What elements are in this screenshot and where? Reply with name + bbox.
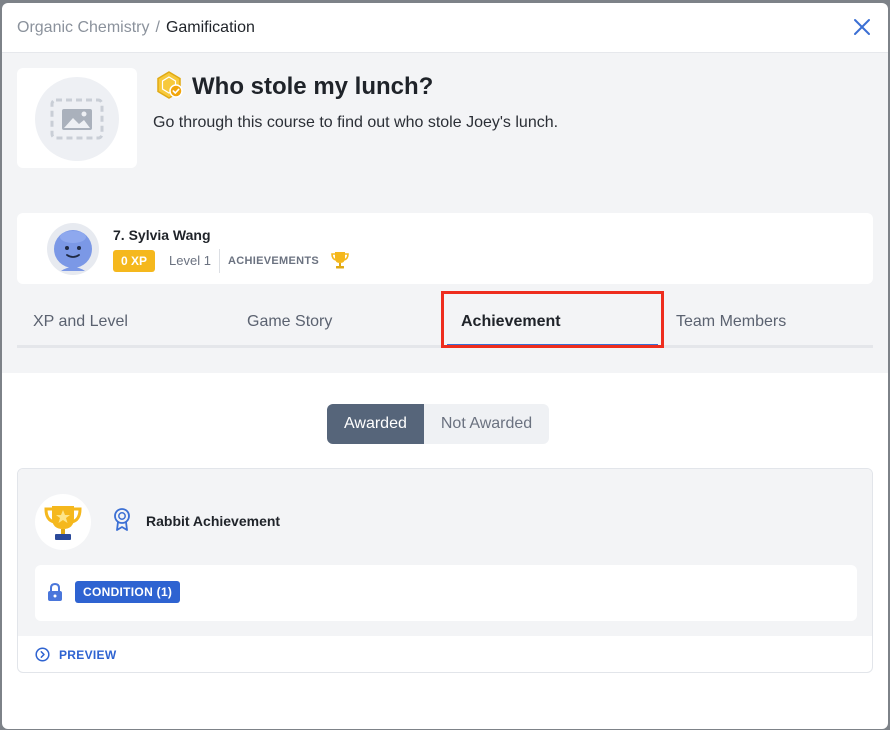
student-profile-card: 7. Sylvia Wang 0 XP Level 1 ACHIEVEMENTS xyxy=(17,213,873,284)
course-title: Who stole my lunch? xyxy=(192,73,434,100)
image-placeholder-icon xyxy=(35,77,119,161)
highlight-annotation-box xyxy=(441,291,664,348)
trophy-icon xyxy=(44,506,82,540)
xp-badge: 0 XP xyxy=(113,250,156,272)
tab-team-members[interactable]: Team Members xyxy=(676,296,786,348)
avatar-smiley-icon xyxy=(54,230,92,271)
breadcrumb-separator: / xyxy=(155,18,160,36)
awarded-button[interactable]: Awarded xyxy=(327,404,424,444)
avatar xyxy=(47,223,99,275)
breadcrumb-current: Gamification xyxy=(165,18,255,36)
tab-game-story[interactable]: Game Story xyxy=(247,296,332,348)
modal-header: Organic Chemistry / Gamification xyxy=(2,3,888,53)
close-icon[interactable] xyxy=(852,17,872,37)
achievements-label: ACHIEVEMENTS xyxy=(228,255,319,267)
breadcrumb-root[interactable]: Organic Chemistry xyxy=(17,19,149,37)
trophy-icon xyxy=(331,252,349,269)
student-name: 7. Sylvia Wang xyxy=(113,227,211,243)
achievement-card: Rabbit Achievement CONDITION (1) PREVIEW xyxy=(17,468,873,673)
chevron-right-circle-icon xyxy=(35,647,50,662)
ribbon-icon xyxy=(114,508,130,531)
achievement-trophy xyxy=(35,494,91,550)
preview-link[interactable]: PREVIEW xyxy=(35,647,116,662)
course-description: Go through this course to find out who s… xyxy=(153,114,559,131)
not-awarded-button[interactable]: Not Awarded xyxy=(423,404,550,444)
preview-label: PREVIEW xyxy=(59,647,117,662)
course-overview: Who stole my lunch? Go through this cour… xyxy=(2,53,888,373)
achievement-card-body: Rabbit Achievement CONDITION (1) xyxy=(18,469,872,636)
level-text: Level 1 xyxy=(169,253,211,268)
award-filter-toggle: Awarded Not Awarded xyxy=(327,404,550,444)
tab-bar: XP and Level Game Story Achievement Team… xyxy=(17,291,873,348)
achievement-name: Rabbit Achievement xyxy=(146,513,281,529)
tab-xp-and-level[interactable]: XP and Level xyxy=(33,296,128,348)
course-badge-icon xyxy=(157,71,183,99)
gamification-modal: Organic Chemistry / Gamification Who sto… xyxy=(2,3,888,729)
lock-icon xyxy=(48,582,62,601)
course-thumbnail xyxy=(17,68,137,168)
condition-box: CONDITION (1) xyxy=(35,565,857,621)
condition-badge[interactable]: CONDITION (1) xyxy=(75,581,181,603)
divider xyxy=(219,249,220,273)
